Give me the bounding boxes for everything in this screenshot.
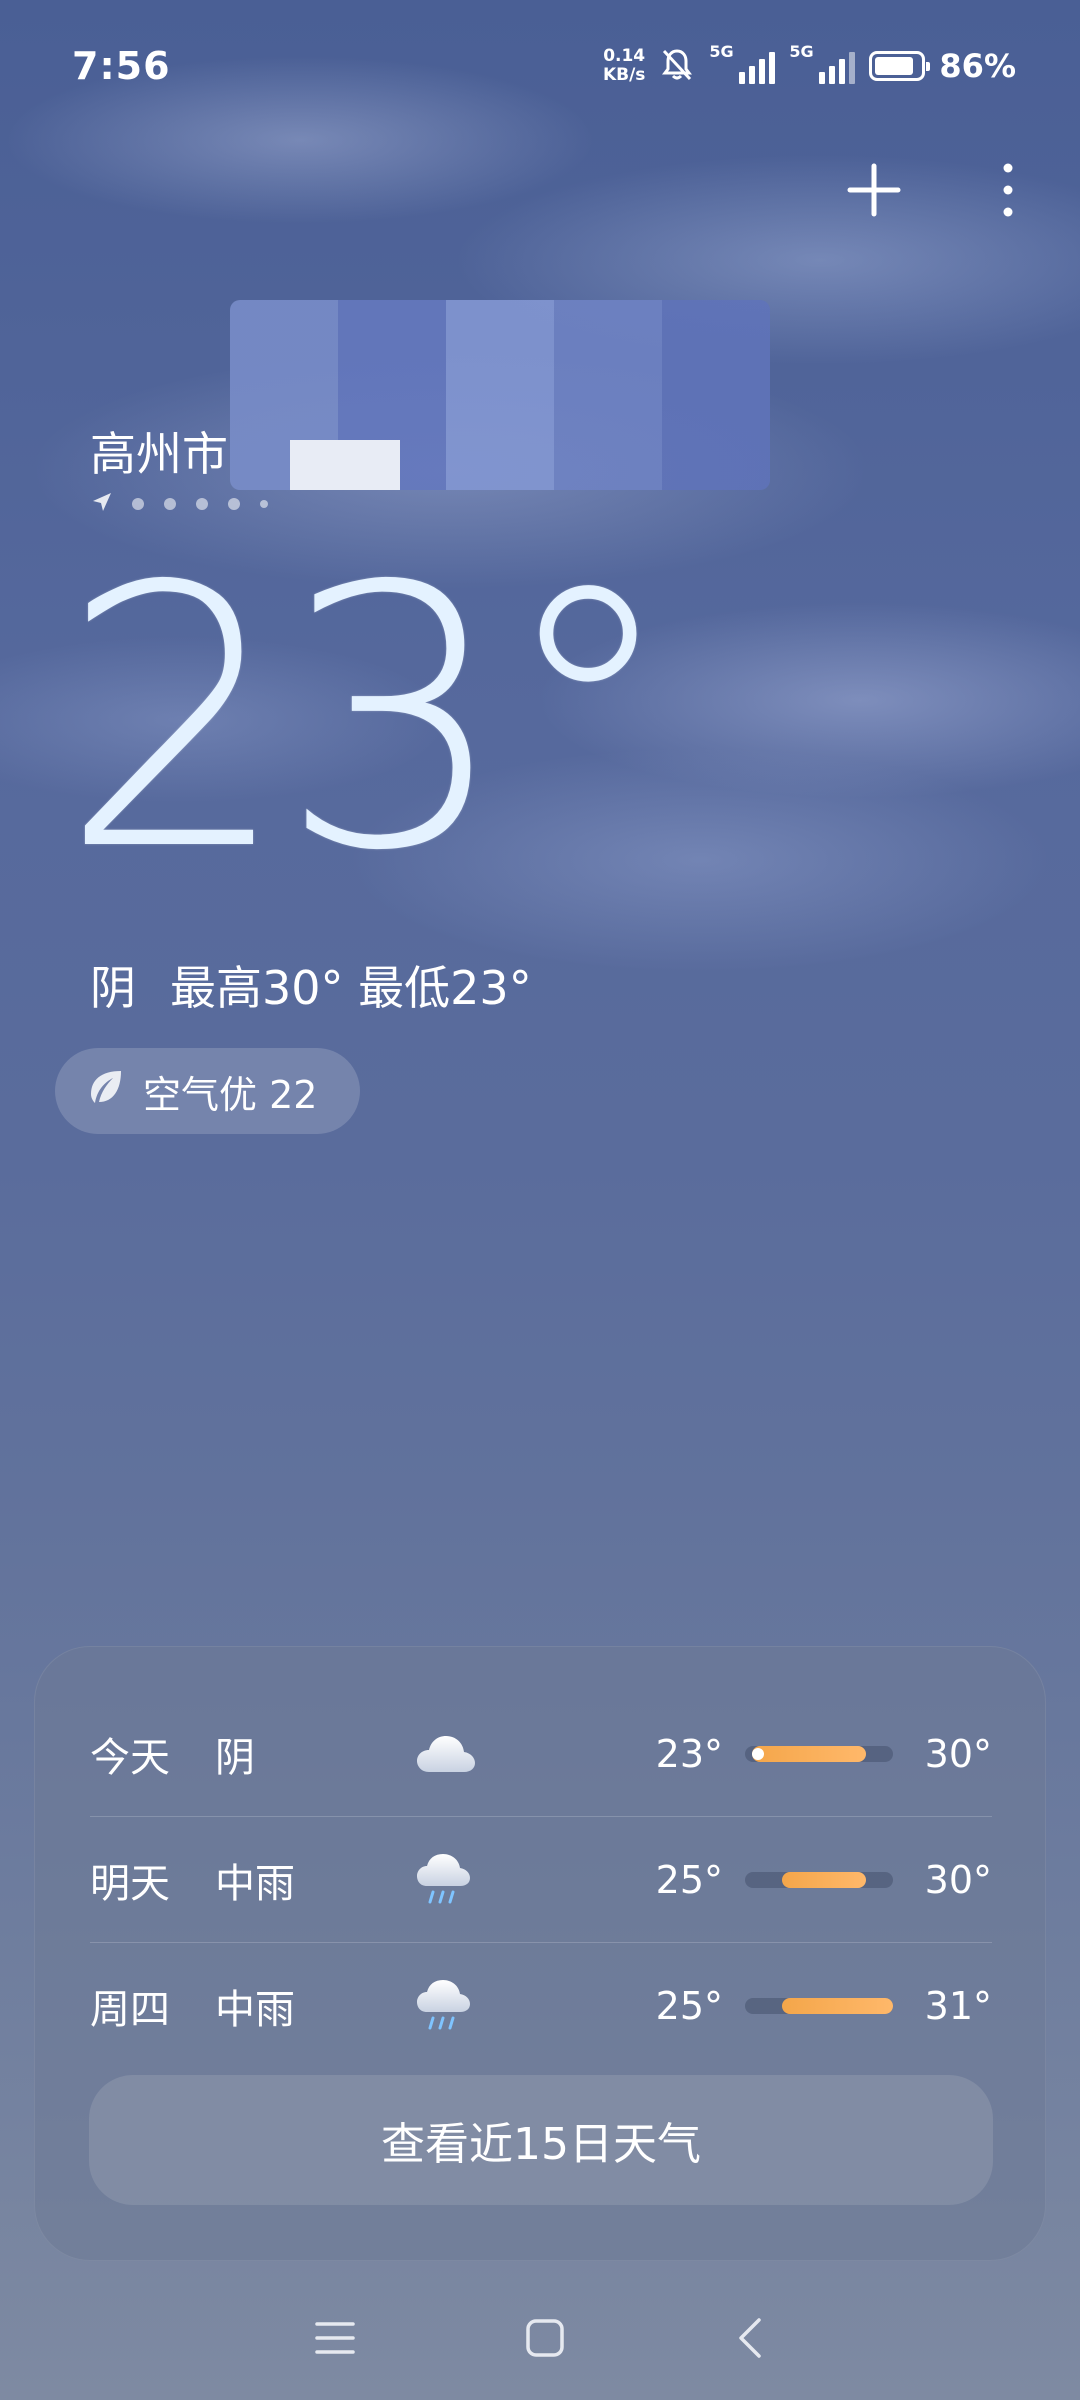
add-city-button[interactable]	[842, 160, 906, 224]
high-low-temperature: 最高30° 最低23°	[170, 961, 532, 1015]
status-bar: 7:56 0.14 KB/s 5G 5G 86%	[0, 0, 1080, 140]
page-dot	[260, 500, 268, 508]
air-quality-label: 空气优 22	[143, 1072, 318, 1117]
network-speed-value: 0.14	[603, 46, 646, 66]
temperature-range-fill	[782, 1997, 893, 2014]
forecast-condition: 中雨	[215, 1986, 295, 2033]
temperature-range-bar	[745, 1745, 893, 1762]
mute-bell-icon	[659, 46, 695, 86]
forecast-row[interactable]: 明天 中雨 25° 30°	[90, 1817, 992, 1942]
rain-icon	[415, 1850, 615, 1910]
current-condition: 阴	[90, 961, 136, 1015]
forecast-high: 30°	[924, 1731, 992, 1776]
forecast-day: 明天	[90, 1860, 170, 1907]
forecast-card: 今天 阴 23° 30° 明天 中雨 25° 30° 周四 中雨 25° 31°…	[34, 1646, 1046, 2261]
forecast-low: 23°	[655, 1731, 723, 1776]
redacted-area	[230, 300, 770, 490]
forecast-day: 今天	[90, 1734, 170, 1781]
forecast-low: 25°	[655, 1857, 723, 1902]
battery-level	[875, 57, 914, 75]
temperature-range-bar	[745, 1871, 893, 1888]
weather-summary: 阴 最高30° 最低23°	[90, 952, 532, 1018]
page-dot	[196, 498, 208, 510]
top-actions	[842, 160, 1040, 224]
signal-2-tag: 5G	[789, 42, 814, 61]
battery-icon	[869, 51, 931, 81]
network-speed: 0.14 KB/s	[603, 47, 645, 85]
forecast-row[interactable]: 周四 中雨 25° 31°	[90, 1943, 992, 2068]
system-nav-bar	[0, 2290, 1080, 2390]
signal-1-icon: 5G	[709, 42, 776, 84]
signal-2-icon: 5G	[789, 42, 856, 84]
air-quality-badge[interactable]: 空气优 22	[55, 1048, 360, 1134]
forecast-condition: 中雨	[215, 1860, 295, 1907]
battery-percent: 86%	[939, 47, 1016, 85]
forecast-condition: 阴	[215, 1734, 255, 1781]
page-dot	[164, 498, 176, 510]
forecast-low: 25°	[655, 1983, 723, 2028]
current-temp-marker	[752, 1747, 765, 1760]
temperature-range-bar	[745, 1997, 893, 2014]
home-icon[interactable]	[525, 2318, 565, 2362]
signal-1-tag: 5G	[709, 42, 734, 61]
back-icon[interactable]	[735, 2316, 765, 2364]
page-dot	[228, 498, 240, 510]
temperature-range-fill	[752, 1745, 867, 1762]
forecast-row[interactable]: 今天 阴 23° 30°	[90, 1691, 992, 1816]
status-icons: 0.14 KB/s 5G 5G 86%	[603, 42, 1016, 86]
cloud-icon	[415, 1732, 615, 1776]
location-name[interactable]: 高州市	[90, 418, 228, 484]
view-15-day-forecast-button[interactable]: 查看近15日天气	[89, 2075, 993, 2205]
more-menu-button[interactable]	[976, 160, 1040, 224]
page-dot	[132, 498, 144, 510]
rain-icon	[415, 1976, 615, 2036]
plus-icon	[846, 162, 902, 222]
leaf-icon	[87, 1068, 125, 1115]
network-speed-unit: KB/s	[602, 65, 646, 85]
temperature-range-fill	[782, 1871, 867, 1888]
forecast-high: 30°	[924, 1857, 992, 1902]
more-vertical-icon	[998, 160, 1018, 224]
status-time: 7:56	[72, 44, 171, 88]
forecast-high: 31°	[924, 1983, 992, 2028]
current-temperature: 23°	[60, 510, 678, 929]
forecast-day: 周四	[90, 1986, 170, 2033]
menu-icon[interactable]	[315, 2320, 355, 2360]
